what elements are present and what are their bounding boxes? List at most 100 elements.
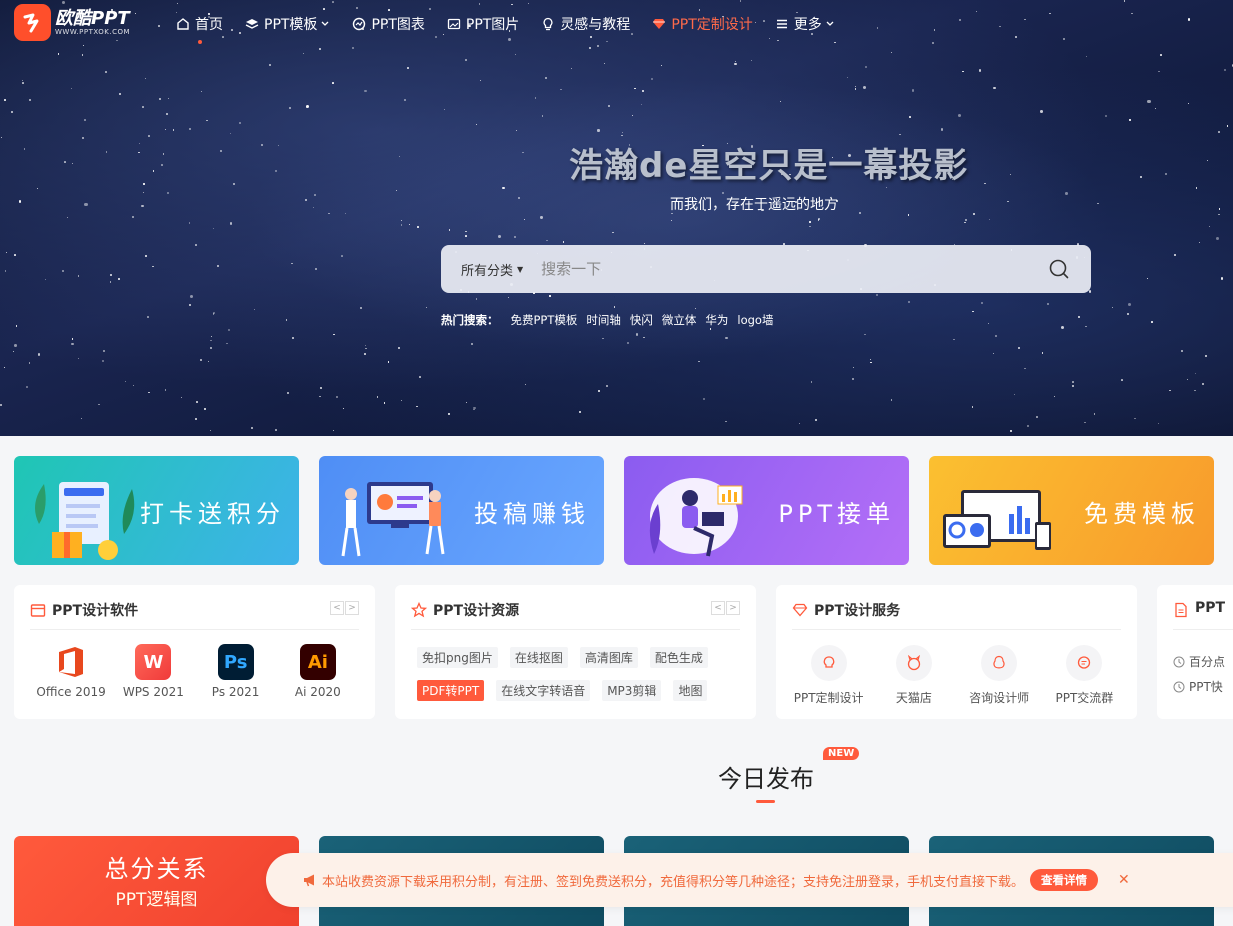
wps-icon: W: [135, 644, 172, 680]
hot-search-link[interactable]: 微立体: [662, 312, 697, 328]
site-logo[interactable]: 欧酷PPT WWW.PPTXOK.COM: [14, 4, 130, 41]
points-notice-bar: 本站收费资源下载采用积分制，有注册、签到免费送积分，充值得积分等几种途径；支持免…: [266, 853, 1233, 907]
software-office-2019[interactable]: Office 2019: [30, 644, 112, 699]
clock-icon: [1173, 681, 1185, 692]
resource-tag[interactable]: 高清图库: [579, 647, 638, 668]
bulb-icon: [543, 17, 553, 31]
service-label: PPT交流群: [1055, 691, 1114, 705]
hero-title: 浩瀚de星空只是一幕投影: [569, 146, 969, 186]
next-arrow-icon[interactable]: >: [726, 601, 740, 615]
nav-item-label: 首页: [195, 17, 223, 33]
nav-item-label: 更多: [793, 17, 822, 33]
top-nav: 欧酷PPT WWW.PPTXOK.COM 首页 PPT模板 PPT图表 PPT图…: [0, 0, 1233, 48]
layers-icon: [245, 19, 259, 29]
logo-name: 欧酷PPT: [55, 7, 130, 29]
resource-tag[interactable]: 地图: [673, 680, 708, 701]
logo-mark-icon: [14, 4, 51, 41]
nav-item-inspiration[interactable]: 灵感与教程: [541, 14, 630, 34]
card-design-services: PPT设计服务 PPT定制设计 天猫店 咨询设计师 PPT交流群: [776, 585, 1137, 719]
chevron-down-icon: [826, 21, 834, 26]
bulb-icon: [823, 656, 834, 668]
hot-searches: 热门搜索： 免费PPT模板 时间轴 快闪 微立体 华为 logo墙: [441, 312, 782, 328]
resource-tag[interactable]: 免扣png图片: [417, 647, 498, 668]
next-arrow-icon[interactable]: >: [345, 601, 359, 615]
thumbnail-subtitle: PPT逻辑图: [115, 890, 198, 910]
view-details-button[interactable]: 查看详情: [1030, 869, 1099, 891]
template-thumbnail[interactable]: 总分关系 PPT逻辑图: [14, 836, 299, 926]
logo-url: WWW.PPTXOK.COM: [55, 27, 131, 36]
nav-item-home[interactable]: 首页: [176, 14, 223, 44]
software-label: Ps 2021: [211, 685, 260, 699]
resource-tag[interactable]: 在线抠图: [509, 647, 568, 668]
diamond-icon: [792, 603, 808, 617]
banner-ppt-orders[interactable]: PPT接单: [624, 456, 909, 565]
photoshop-icon: Ps: [217, 644, 254, 680]
thumbnail-title: 总分关系: [104, 855, 209, 883]
notice-text: 本站收费资源下载采用积分制，有注册、签到免费送积分，充值得积分等几种途径；支持免…: [322, 874, 1025, 890]
resource-tag[interactable]: 配色生成: [649, 647, 708, 668]
software-ai-2020[interactable]: Ai Ai 2020: [277, 644, 359, 699]
banner-label: 打卡送积分: [140, 500, 285, 528]
nav-item-label: PPT定制设计: [671, 17, 753, 33]
card-design-software: PPT设计软件 < > Office 2019 W WPS 2021 Ps Ps…: [14, 585, 375, 719]
checkin-illustration-icon: [35, 482, 135, 560]
news-item[interactable]: 百分点: [1173, 653, 1225, 670]
software-ps-2021[interactable]: Ps Ps 2021: [195, 644, 277, 699]
search-input[interactable]: [541, 260, 1047, 278]
hot-search-link[interactable]: 时间轴: [586, 312, 621, 328]
banner-free-templates[interactable]: 免费模板: [929, 456, 1214, 565]
nav-item-ppt-templates[interactable]: PPT模板: [245, 14, 330, 34]
resource-tag[interactable]: MP3剪辑: [602, 680, 662, 701]
nav-item-label: PPT图表: [371, 17, 425, 33]
nav-item-ppt-charts[interactable]: PPT图表: [352, 14, 425, 34]
prev-arrow-icon[interactable]: <: [330, 601, 344, 615]
hot-search-link[interactable]: logo墙: [737, 312, 773, 328]
nav-item-label: 灵感与教程: [560, 17, 631, 33]
banner-checkin-points[interactable]: 打卡送积分: [14, 456, 299, 565]
search-icon: [1049, 259, 1069, 279]
caret-down-icon: ▼: [517, 264, 524, 274]
service-ppt-group[interactable]: PPT交流群: [1042, 645, 1127, 706]
chart-icon: [353, 17, 366, 31]
hot-search-link[interactable]: 免费PPT模板: [511, 312, 578, 328]
clock-icon: [1173, 656, 1185, 667]
banner-contribute-earn[interactable]: 投稿赚钱: [319, 456, 604, 565]
section-title: 今日发布: [718, 765, 814, 793]
software-label: Office 2019: [36, 685, 106, 699]
card-design-resources: PPT设计资源 < > 免扣png图片 在线抠图 高清图库 配色生成 PDF转P…: [395, 585, 756, 719]
hero-banner: 欧酷PPT WWW.PPTXOK.COM 首页 PPT模板 PPT图表 PPT图…: [0, 0, 1233, 436]
star-icon: [411, 602, 427, 618]
hot-search-link[interactable]: 华为: [705, 312, 728, 328]
service-label: 咨询设计师: [969, 691, 1030, 705]
chat-icon: [1078, 656, 1091, 669]
search-category-label: 所有分类: [461, 263, 514, 279]
search-button[interactable]: [1047, 257, 1071, 281]
illustrator-icon: Ai: [299, 644, 336, 680]
service-consult-designer[interactable]: 咨询设计师: [957, 645, 1042, 706]
calendar-icon: [30, 604, 46, 617]
diamond-icon: [653, 19, 666, 29]
image-icon: [447, 18, 461, 30]
search-category-select[interactable]: 所有分类 ▼: [461, 260, 523, 279]
resource-tag-highlighted[interactable]: PDF转PPT: [417, 680, 485, 701]
service-label: PPT定制设计: [793, 691, 864, 705]
nav-item-custom-design[interactable]: PPT定制设计: [652, 14, 753, 34]
resource-tag[interactable]: 在线文字转语音: [496, 680, 591, 701]
news-item-label: PPT快: [1189, 680, 1223, 694]
cat-icon: [907, 655, 921, 671]
contribute-illustration-icon: [341, 482, 445, 557]
chevron-down-icon: [321, 21, 329, 26]
hot-search-link[interactable]: 快闪: [630, 312, 653, 328]
banner-label: 免费模板: [1084, 500, 1200, 528]
nav-item-more[interactable]: 更多: [775, 14, 835, 34]
service-tmall-store[interactable]: 天猫店: [871, 645, 956, 706]
megaphone-icon: [304, 874, 314, 887]
prev-arrow-icon[interactable]: <: [711, 601, 725, 615]
nav-item-ppt-images[interactable]: PPT图片: [447, 14, 519, 34]
service-custom-design[interactable]: PPT定制设计: [786, 645, 871, 706]
software-wps-2021[interactable]: W WPS 2021: [112, 644, 194, 699]
close-icon[interactable]: ✕: [1118, 872, 1130, 888]
card-title: PPT设计资源: [433, 603, 520, 619]
news-item[interactable]: PPT快: [1173, 678, 1225, 695]
orders-illustration-icon: [649, 478, 743, 557]
